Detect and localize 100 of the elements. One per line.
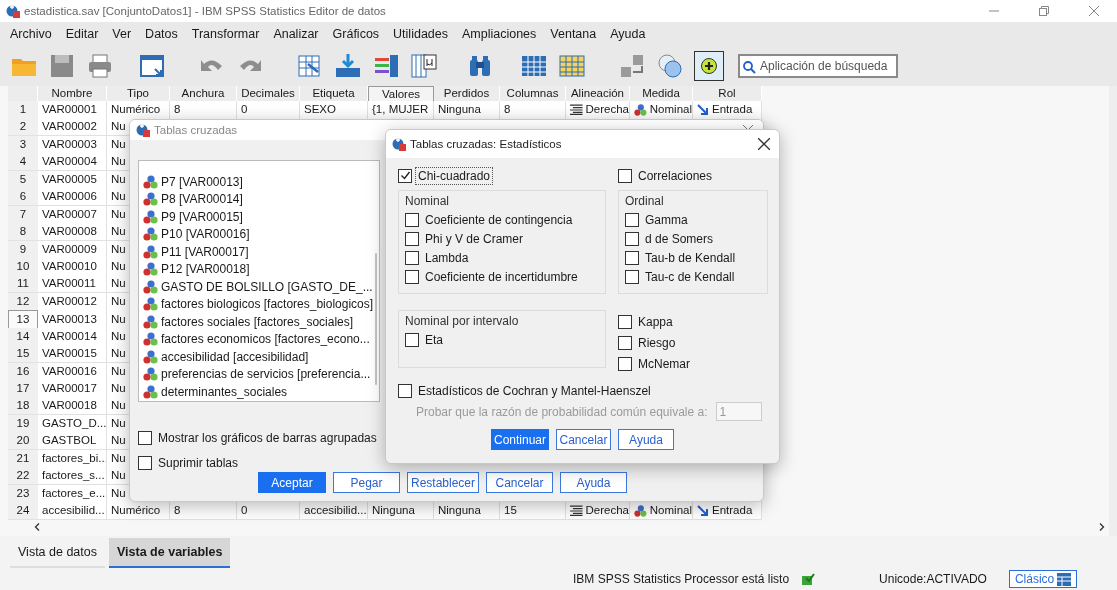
menu-item[interactable]: Transformar (185, 27, 268, 41)
chevron-left-icon[interactable] (34, 522, 40, 531)
table-cell: Entrada (693, 101, 762, 119)
group-title: Nominal (405, 193, 450, 210)
dialog-button[interactable]: Restablecer (407, 472, 479, 493)
row-number[interactable]: 20 (8, 432, 38, 451)
column-header[interactable]: Nombre (38, 86, 107, 102)
checkbox-label: Correlaciones (637, 167, 714, 185)
checkbox-label: Tau-b de Kendall (644, 249, 737, 267)
group-title: Nominal por intervalo (405, 313, 520, 330)
checkbox[interactable] (618, 356, 632, 371)
mode-button[interactable]: Clásico (1008, 570, 1078, 588)
search-icon (743, 61, 756, 74)
table-cell: VAR00008 (38, 223, 107, 242)
checkbox[interactable] (625, 231, 639, 246)
checkbox[interactable] (625, 212, 639, 227)
checkbox[interactable] (398, 383, 412, 398)
dialog-button[interactable]: Pegar (333, 472, 400, 493)
checkbox[interactable] (618, 314, 632, 329)
menu-item[interactable]: Analizar (267, 27, 327, 41)
menu-item[interactable]: Utilidades (387, 27, 456, 41)
row-number[interactable]: 24 (8, 502, 38, 521)
colored-bars-icon[interactable] (372, 52, 400, 80)
checkbox[interactable] (398, 168, 412, 183)
dialog-button[interactable]: Ayuda (618, 429, 674, 450)
window-icon[interactable] (138, 52, 166, 80)
row-number[interactable]: 15 (8, 345, 38, 364)
row-number[interactable]: 4 (8, 153, 38, 172)
menu-item[interactable]: Ver (106, 27, 140, 41)
menu-item[interactable]: Archivo (4, 27, 60, 41)
view-tab[interactable]: Vista de datos (10, 538, 105, 568)
table-download-icon[interactable] (334, 52, 362, 80)
checkbox-label: Coeficiente de contingencia (424, 211, 574, 229)
checkbox[interactable] (138, 430, 152, 445)
column-header[interactable]: Valores (368, 86, 434, 102)
table-cell: Ninguna (434, 502, 500, 521)
row-number[interactable]: 18 (8, 397, 38, 416)
table-cell: accesibilid... (300, 502, 368, 521)
checkbox[interactable] (405, 332, 419, 347)
menu-item[interactable]: Datos (139, 27, 186, 41)
table-cell: Derecha (566, 101, 630, 119)
menu-item[interactable]: Ampliaciones (456, 27, 545, 41)
row-number[interactable]: 22 (8, 467, 38, 486)
checkbox-label: Kappa (637, 313, 674, 331)
checkbox[interactable] (405, 269, 419, 284)
checkbox[interactable] (405, 250, 419, 265)
dialog-button[interactable]: Aceptar (258, 472, 326, 493)
dialog-button[interactable]: Cancelar (556, 429, 611, 450)
table-cell: {1, MUJER (368, 101, 434, 119)
row-number[interactable]: 17 (8, 380, 38, 398)
menu-item[interactable]: Ayuda (604, 27, 654, 41)
checkbox[interactable] (618, 335, 632, 350)
dialog-button[interactable]: Cancelar (486, 472, 553, 493)
column-header[interactable]: Alineación (566, 86, 630, 102)
row-number[interactable]: 11 (8, 275, 38, 294)
three-balls-icon (143, 227, 158, 242)
circles-icon[interactable] (656, 52, 684, 80)
menu-item[interactable]: Ventana (544, 27, 605, 41)
close-button[interactable] (755, 135, 773, 153)
column-header[interactable]: Medida (630, 86, 693, 102)
variable-list[interactable] (138, 160, 380, 402)
table-cell: VAR00018 (38, 397, 107, 416)
row-number[interactable]: 8 (8, 223, 38, 242)
checkbox[interactable] (625, 269, 639, 284)
checkbox[interactable] (625, 250, 639, 265)
row-number[interactable]: 2 (8, 118, 38, 137)
columns-mu-icon[interactable] (410, 52, 438, 80)
checkbox[interactable] (405, 212, 419, 227)
align-right-icon (570, 505, 583, 517)
group-title: Ordinal (625, 193, 665, 210)
checkbox-label: Riesgo (637, 334, 677, 352)
printer-icon[interactable] (86, 52, 114, 80)
floppy-icon[interactable] (48, 52, 76, 80)
three-balls-icon (143, 174, 158, 189)
grid-icon[interactable] (558, 52, 586, 80)
menu-item[interactable]: Editar (59, 27, 107, 41)
column-header[interactable]: Etiqueta (300, 86, 368, 102)
tiles-icon[interactable] (618, 52, 646, 80)
three-balls-icon (143, 332, 158, 347)
table-cell: VAR00002 (38, 118, 107, 137)
table-cell: Ninguna (434, 101, 500, 119)
dialog-button[interactable]: Continuar (491, 429, 549, 450)
menu-item[interactable]: Gráficos (326, 27, 388, 41)
row-number[interactable]: 1 (8, 101, 38, 119)
column-header[interactable]: Rol (693, 86, 762, 102)
checkbox[interactable] (405, 231, 419, 246)
checkbox[interactable] (138, 455, 152, 470)
search-field[interactable]: Aplicación de búsqueda (738, 54, 898, 78)
checkbox-label: Gamma (644, 211, 689, 229)
three-balls-icon (634, 102, 647, 117)
column-header[interactable]: Columnas (500, 86, 566, 102)
checkbox[interactable] (618, 168, 632, 183)
row-number[interactable]: 6 (8, 188, 38, 207)
dialog-button[interactable]: Ayuda (560, 472, 627, 493)
column-header[interactable]: Tipo (107, 86, 170, 102)
column-header[interactable]: Decimales (237, 86, 300, 102)
view-tab[interactable]: Vista de variables (109, 538, 231, 568)
column-header[interactable]: Perdidos (434, 86, 500, 102)
column-header[interactable]: Anchura (170, 86, 237, 102)
chevron-right-icon[interactable] (1099, 522, 1105, 531)
